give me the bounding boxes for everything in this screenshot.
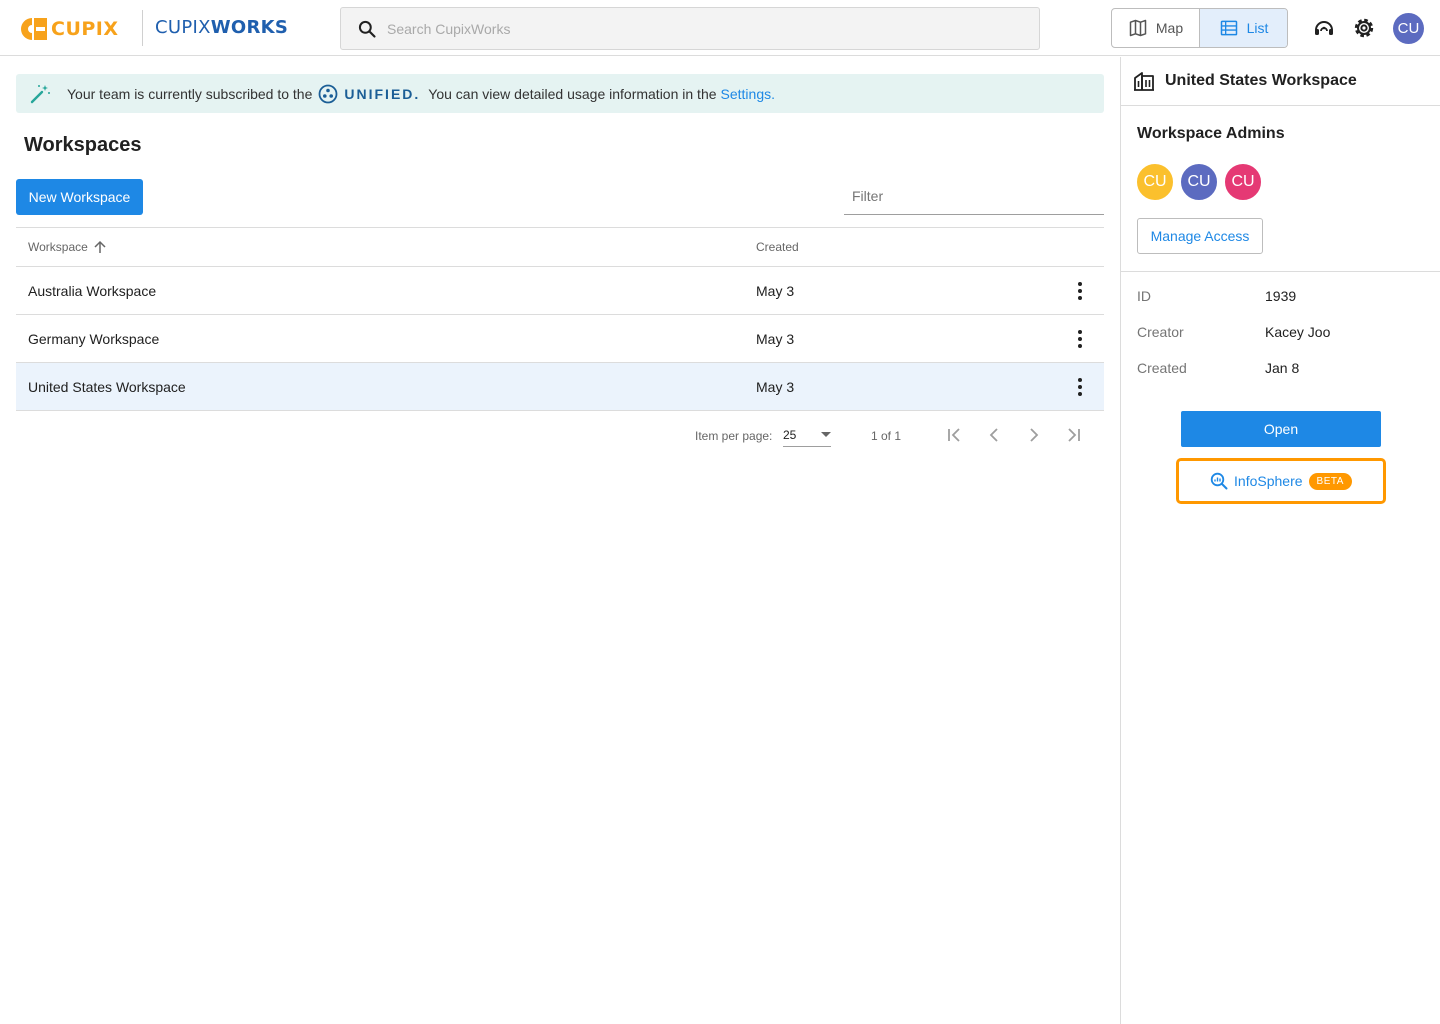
page-title: Workspaces bbox=[24, 134, 142, 156]
workspace-created: May 3 bbox=[756, 331, 795, 347]
items-per-page-label: Item per page: bbox=[695, 429, 773, 443]
search-icon bbox=[358, 20, 376, 38]
logo-text: CUPIX bbox=[51, 18, 119, 40]
admin-avatar[interactable]: CU bbox=[1135, 162, 1175, 202]
infosphere-label: InfoSphere bbox=[1234, 473, 1303, 489]
creator-label: Creator bbox=[1137, 324, 1184, 340]
map-view-button[interactable]: Map bbox=[1112, 9, 1199, 47]
list-view-label: List bbox=[1246, 20, 1269, 36]
last-page-icon[interactable] bbox=[1062, 423, 1086, 447]
map-view-label: Map bbox=[1155, 20, 1184, 36]
more-vert-icon[interactable] bbox=[1068, 279, 1092, 303]
page-range: 1 of 1 bbox=[871, 429, 902, 443]
id-label: ID bbox=[1137, 288, 1151, 304]
workspace-created: May 3 bbox=[756, 379, 795, 395]
dropdown-arrow-icon bbox=[821, 432, 831, 437]
settings-link[interactable]: Settings. bbox=[721, 86, 775, 102]
product-name-bold: WORKS bbox=[210, 17, 289, 38]
detail-header: United States Workspace bbox=[1121, 57, 1440, 106]
more-vert-icon[interactable] bbox=[1068, 327, 1092, 351]
infosphere-search-icon bbox=[1210, 472, 1228, 490]
list-view-button[interactable]: List bbox=[1199, 9, 1287, 47]
admin-avatar[interactable]: CU bbox=[1179, 162, 1219, 202]
main-content: Your team is currently subscribed to the… bbox=[0, 57, 1120, 1024]
search-bar[interactable] bbox=[340, 7, 1040, 50]
open-workspace-button[interactable]: Open bbox=[1181, 411, 1381, 447]
cupix-logo-icon bbox=[21, 18, 47, 40]
plan-name: UNIFIED. bbox=[344, 85, 421, 102]
magic-wand-icon bbox=[30, 84, 50, 103]
workspace-name: Australia Workspace bbox=[28, 283, 157, 299]
search-input[interactable] bbox=[387, 20, 987, 37]
unified-plan-icon bbox=[318, 84, 338, 103]
filter-field[interactable] bbox=[844, 179, 1104, 215]
support-icon[interactable] bbox=[1312, 16, 1336, 40]
user-avatar[interactable]: CU bbox=[1393, 13, 1424, 44]
filter-input[interactable] bbox=[844, 179, 1104, 213]
view-toggle: Map List bbox=[1111, 8, 1288, 48]
items-per-page-value: 25 bbox=[783, 428, 797, 442]
workspace-admins-section: Workspace Admins CU CU CU Manage Access bbox=[1121, 106, 1440, 272]
subscription-banner: Your team is currently subscribed to the… bbox=[16, 74, 1104, 113]
header-divider bbox=[142, 10, 143, 46]
manage-access-button[interactable]: Manage Access bbox=[1137, 218, 1263, 254]
workspace-building-icon bbox=[1134, 72, 1154, 91]
product-name-light: CUPIX bbox=[155, 17, 211, 38]
workspace-detail-panel: United States Workspace Workspace Admins… bbox=[1120, 57, 1440, 1024]
detail-title: United States Workspace bbox=[1165, 72, 1357, 89]
id-value: 1939 bbox=[1265, 288, 1297, 304]
admins-label: Workspace Admins bbox=[1137, 125, 1285, 142]
more-vert-icon[interactable] bbox=[1068, 375, 1092, 399]
workspace-created: May 3 bbox=[756, 283, 795, 299]
next-page-icon[interactable] bbox=[1022, 423, 1046, 447]
sort-workspace-header[interactable]: Workspace bbox=[28, 239, 108, 255]
sort-arrow-up-icon bbox=[94, 240, 106, 253]
creator-value: Kacey Joo bbox=[1265, 324, 1331, 340]
banner-text-before: Your team is currently subscribed to the bbox=[67, 85, 313, 102]
column-header-created: Created bbox=[756, 240, 799, 254]
workspace-table: Workspace Created Australia Workspace Ma… bbox=[16, 227, 1104, 411]
map-icon bbox=[1129, 19, 1147, 37]
new-workspace-button[interactable]: New Workspace bbox=[16, 179, 143, 215]
table-row-selected[interactable]: United States Workspace May 3 bbox=[16, 363, 1104, 411]
list-icon bbox=[1220, 20, 1237, 36]
workspace-name: Germany Workspace bbox=[28, 331, 160, 347]
cupix-logo[interactable]: CUPIX bbox=[16, 16, 119, 42]
product-name[interactable]: CUPIXWORKS bbox=[155, 17, 288, 38]
table-row[interactable]: Germany Workspace May 3 bbox=[16, 315, 1104, 363]
app-header: CUPIX CUPIXWORKS Map List bbox=[0, 0, 1440, 56]
infosphere-button[interactable]: InfoSphere BETA bbox=[1176, 458, 1386, 504]
first-page-icon[interactable] bbox=[942, 423, 966, 447]
created-label: Created bbox=[1137, 360, 1187, 376]
previous-page-icon[interactable] bbox=[982, 423, 1006, 447]
workspace-name: United States Workspace bbox=[28, 379, 186, 395]
pagination: Item per page: 25 1 of 1 bbox=[16, 419, 1104, 451]
banner-text-after: You can view detailed usage information … bbox=[428, 85, 717, 102]
items-per-page-select[interactable]: 25 bbox=[783, 423, 831, 447]
column-header-workspace: Workspace bbox=[28, 240, 88, 254]
table-row[interactable]: Australia Workspace May 3 bbox=[16, 267, 1104, 315]
admin-avatar[interactable]: CU bbox=[1223, 162, 1263, 202]
beta-badge: BETA bbox=[1308, 472, 1352, 490]
created-value: Jan 8 bbox=[1265, 360, 1300, 376]
gear-icon[interactable] bbox=[1352, 16, 1376, 40]
table-header: Workspace Created bbox=[16, 227, 1104, 267]
